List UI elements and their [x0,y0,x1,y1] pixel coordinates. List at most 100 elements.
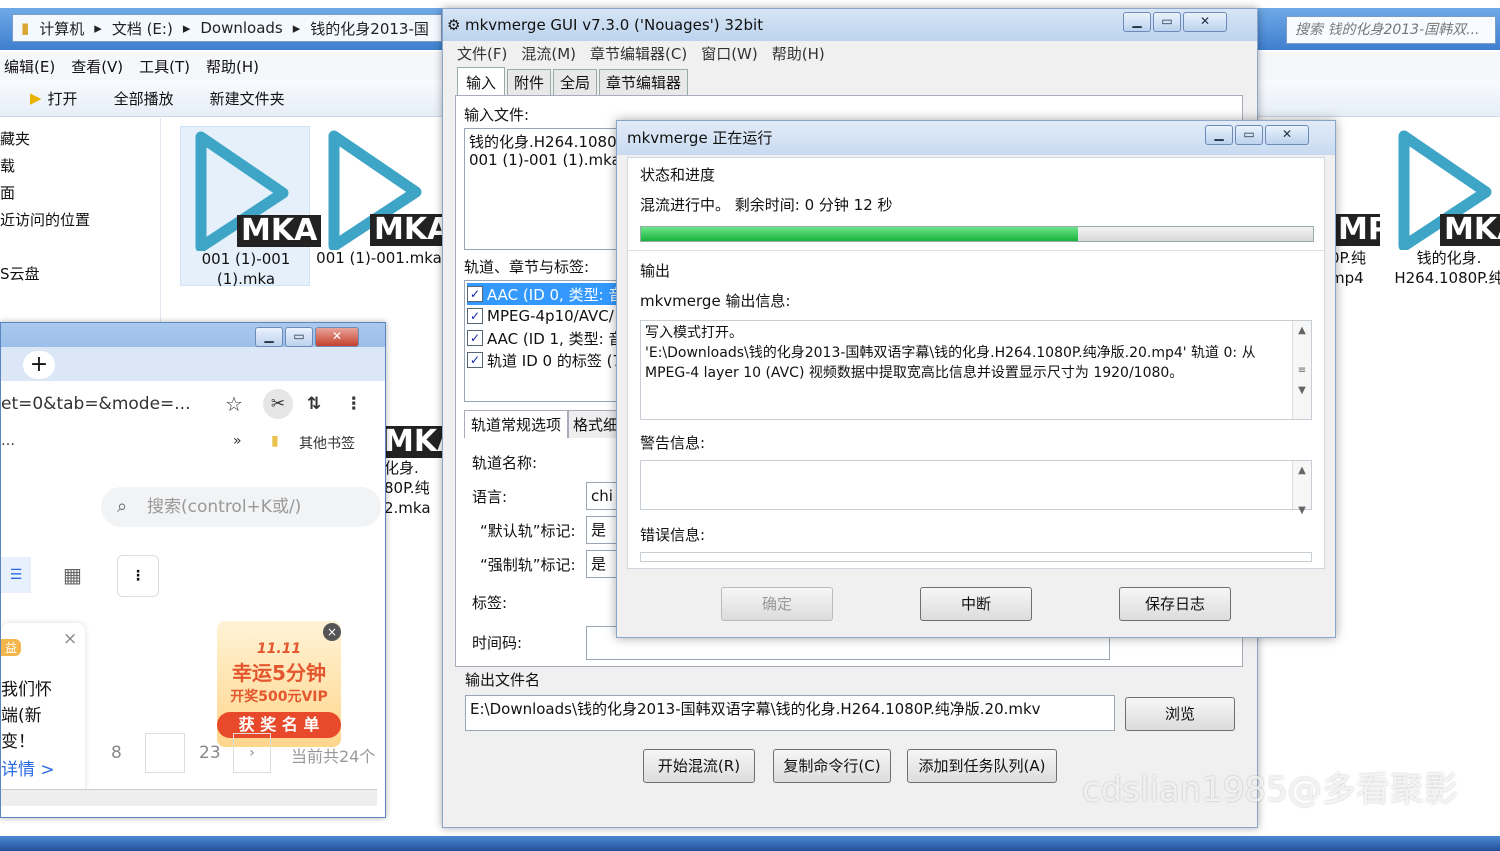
close-button[interactable]: ✕ [1183,12,1227,32]
output-log[interactable]: 写入模式打开。 'E:\Downloads\钱的化身2013-国韩双语字幕\钱的… [640,320,1312,420]
output-filename-label: 输出文件名 [465,671,541,689]
chevron-right-icon: ▸ [94,19,102,37]
checkbox[interactable]: ✓ [467,286,483,302]
promo-date: 11.11 [256,641,302,657]
warnings-log[interactable]: ▲ ▼ [640,460,1312,516]
status-text: 混流进行中。 剩余时间: 0 分钟 12 秒 [640,196,893,214]
errors-log[interactable] [640,552,1312,562]
tab-attachments[interactable]: 附件 [507,69,552,95]
menu-chapter-editor[interactable]: 章节编辑器(C) [590,43,687,67]
sync-icon[interactable]: ⇅ [307,394,321,414]
list-view-icon[interactable]: ☰ [1,557,31,593]
menu-window[interactable]: 窗口(W) [701,43,758,67]
more-options-button[interactable]: ⋮ [117,555,159,597]
browse-button[interactable]: 浏览 [1125,697,1235,731]
window-controls: ▁ ▭ ✕ [1123,12,1227,32]
file-tile[interactable]: MP4 0P.纯 mp4 [1330,126,1380,286]
page-input[interactable] [145,733,185,773]
tab-format-specific[interactable]: 格式细 [568,410,624,438]
track-row[interactable]: ✓ MPEG-4p10/AVC/ [467,305,614,327]
breadcrumb[interactable]: ▮ 计算机 ▸ 文档 (E:) ▸ Downloads ▸ 钱的化身2013-国 [12,14,442,42]
ok-button[interactable]: 确定 [721,587,833,621]
close-button[interactable]: ✕ [1265,125,1309,145]
page-number[interactable]: 23 [199,743,221,763]
tab-chapter-editor[interactable]: 章节编辑器 [599,69,689,95]
open-button[interactable]: 打开 [48,88,78,109]
file-tile[interactable]: MKA 钱的化身. H264.1080P.纯 净版.21.mka [1384,126,1500,286]
file-tile-partial[interactable]: MKA 化身. 80P.纯 2.mka [384,426,442,526]
breadcrumb-item[interactable]: Downloads [200,19,282,37]
track-row[interactable]: ✓ AAC (ID 1, 类型: 音 [467,327,623,349]
breadcrumb-item[interactable]: 计算机 [39,18,84,39]
minimize-button[interactable]: ▁ [1123,12,1151,32]
menu-help[interactable]: 帮助(H) [202,56,271,77]
new-tab-button[interactable]: + [23,351,55,379]
sidebar-item-recent[interactable]: 近访问的位置 [0,207,160,234]
vertical-scrollbar[interactable]: ▲ ▼ [1292,461,1311,516]
file-tile[interactable]: MKA 001 (1)-001.mka [314,126,455,286]
breadcrumb-item[interactable]: 钱的化身2013-国 [310,18,429,39]
track-row[interactable]: ✓ 轨道 ID 0 的标签 (7 [467,349,622,371]
maximize-button[interactable]: ▭ [1235,125,1263,145]
search-input[interactable]: 搜索(control+K或/) [101,487,381,527]
address-bar[interactable]: et=0&tab=&mode=... ☆ ✂ ⇅ ⋮ [1,381,385,427]
sidebar-item-desktop[interactable]: 面 [0,180,160,207]
list-item[interactable]: 钱的化身.H264.1080P [469,131,626,152]
watermark-text: cdslian1985@多看聚影 [1082,770,1458,810]
menu-help[interactable]: 帮助(H) [772,43,825,67]
sidebar-item-downloads[interactable]: 载 [0,153,160,180]
close-icon[interactable]: × [63,629,77,649]
maximize-button[interactable]: ▭ [1153,12,1181,32]
close-icon[interactable]: × [323,623,341,641]
abort-button[interactable]: 中断 [920,587,1032,621]
chevron-double-right-icon[interactable]: » [233,433,242,449]
promo-ad[interactable]: × 11.11 幸运5分钟 开奖500元VIP 获 奖 名 单 [217,621,341,747]
tab-track-general[interactable]: 轨道常规选项 [464,410,569,438]
menu-view[interactable]: 查看(V) [67,56,135,77]
play-all-button[interactable]: 全部播放 [114,88,174,109]
vertical-scrollbar[interactable]: ▲ ≡ ▼ [1292,321,1311,419]
save-log-button[interactable]: 保存日志 [1119,587,1231,621]
output-section-title: 输出 [640,262,671,280]
file-tile[interactable]: MKA 001 (1)-001 (1).mka [180,126,322,288]
new-folder-button[interactable]: 新建文件夹 [210,88,285,109]
promo-card: 益 × 我们怀 端(新 变！ 详情 > [1,623,85,795]
checkbox[interactable]: ✓ [467,352,483,368]
minimize-button[interactable]: ▁ [255,327,283,347]
menu-edit[interactable]: 编辑(E) [0,56,67,77]
menu-tools[interactable]: 工具(T) [135,56,202,77]
list-item[interactable]: 001 (1)-001 (1).mka ( [469,151,631,169]
default-flag-label: “默认轨”标记: [480,522,576,540]
url-text[interactable]: et=0&tab=&mode=... [1,394,217,414]
promo-details-link[interactable]: 详情 > [1,755,55,780]
horizontal-scrollbar[interactable] [1,789,377,806]
extension-icon[interactable]: ✂ [262,389,293,419]
search-input[interactable]: 搜索 钱的化身2013-国韩双... [1286,16,1496,44]
promo-text: 我们怀 [1,680,52,700]
breadcrumb-item[interactable]: 文档 (E:) [112,18,173,39]
bookmark-other[interactable]: 其他书签 [299,433,355,453]
star-icon[interactable]: ☆ [225,392,243,416]
grid-view-icon[interactable]: ▦ [63,563,82,587]
progress-bar [640,226,1314,242]
add-to-queue-button[interactable]: 添加到任务队列(A) [907,749,1057,783]
more-menu-icon[interactable]: ⋮ [345,394,362,414]
track-row[interactable]: ✓ AAC (ID 0, 类型: 音 [467,283,627,305]
sidebar-item-favorites[interactable]: 藏夹 [0,126,160,153]
tab-input[interactable]: 输入 [457,67,506,95]
start-mux-button[interactable]: 开始混流(R) [643,749,755,783]
maximize-button[interactable]: ▭ [285,327,313,347]
output-filename-input[interactable]: E:\Downloads\钱的化身2013-国韩双语字幕\钱的化身.H264.1… [465,695,1115,731]
close-button[interactable]: ✕ [315,327,359,347]
minimize-button[interactable]: ▁ [1205,125,1233,145]
next-page-button[interactable]: › [233,733,271,773]
page-number[interactable]: 8 [111,743,122,763]
sidebar-item-cloud[interactable]: S云盘 [0,261,160,288]
copy-command-button[interactable]: 复制命令行(C) [773,749,891,783]
checkbox[interactable]: ✓ [467,308,483,324]
checkbox[interactable]: ✓ [467,330,483,346]
tab-global[interactable]: 全局 [553,69,598,95]
menu-file[interactable]: 文件(F) [457,43,507,67]
menu-mux[interactable]: 混流(M) [521,43,576,67]
progress-fill [641,227,1078,241]
